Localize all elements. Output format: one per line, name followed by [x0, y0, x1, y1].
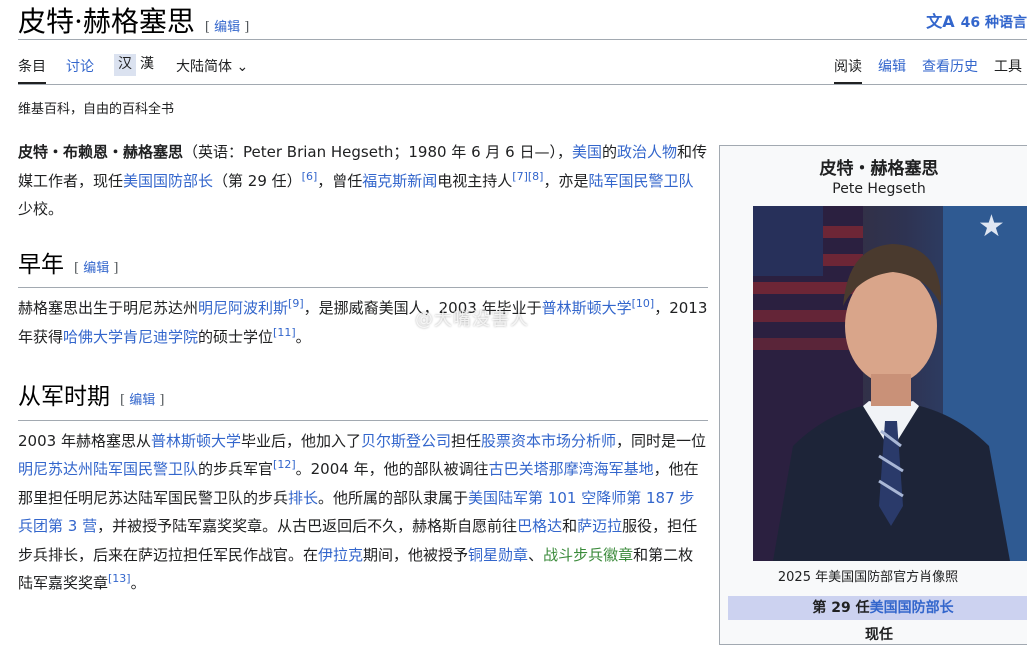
text: ，并被授予陆军嘉奖奖章。从古巴返回后不久，赫格斯自愿前往 [97, 517, 518, 535]
text: 期间，他被授予 [363, 545, 469, 564]
text: 担任 [451, 431, 482, 450]
link-platoon-leader[interactable]: 排长 [288, 489, 318, 507]
link-minneapolis[interactable]: 明尼阿波利斯 [198, 299, 288, 317]
variant-dropdown[interactable]: 大陆简体 ⌄ [176, 56, 248, 86]
title-divider [18, 39, 1027, 40]
text: 赫格塞思出生于明尼苏达州 [18, 299, 199, 317]
intro-paragraph: 皮特・布赖恩・赫格塞思（英语：Peter Brian Hegseth；1980 … [18, 138, 708, 224]
language-count: 46 种语言 [960, 15, 1027, 31]
section-heading-military: 从军时期 [ 编辑 ] [18, 383, 708, 421]
text: ，亦是 [543, 171, 589, 190]
heading-text: 从军时期 [18, 384, 110, 410]
link-samarra[interactable]: 萨迈拉 [577, 517, 622, 535]
tabs-divider [18, 84, 1027, 85]
link-princeton[interactable]: 普林斯顿大学 [542, 299, 632, 317]
link-iraq[interactable]: 伊拉克 [318, 546, 363, 564]
reference-link[interactable]: [8] [528, 170, 544, 183]
link-bear-stearns[interactable]: 贝尔斯登公司 [361, 432, 451, 450]
link-guantanamo[interactable]: 古巴关塔那摩湾海军基地 [489, 460, 654, 478]
military-paragraph: 2003 年赫格塞思从普林斯顿大学毕业后，他加入了贝尔斯登公司担任股票资本市场分… [18, 427, 708, 598]
link-baghdad[interactable]: 巴格达 [517, 517, 562, 535]
link-politician[interactable]: 政治人物 [617, 143, 677, 161]
infobox: 皮特・赫格塞思 Pete Hegseth ★ 2025 年美国国防部官方肖像照 … [719, 145, 1027, 645]
heading-text: 早年 [18, 251, 64, 278]
office-header: 第 29 任美国国防部长 [728, 596, 1027, 620]
variant-simplified[interactable]: 汉 [114, 54, 136, 76]
link-secretary-of-defense[interactable]: 美国国防部长 [123, 172, 213, 190]
tab-talk[interactable]: 讨论 [66, 56, 94, 86]
text: 的硕士学位 [198, 327, 274, 346]
reference-link[interactable]: [10] [632, 297, 655, 310]
link-harvard-kennedy-school[interactable]: 哈佛大学肯尼迪学院 [63, 328, 198, 346]
link-equity-analyst[interactable]: 股票资本市场分析师 [481, 432, 616, 450]
text: 2003 年赫格塞思从 [18, 431, 151, 450]
section-edit: [ 编辑 ] [74, 260, 119, 276]
text: 。2004 年，他的部队被调往 [295, 460, 489, 478]
tab-read[interactable]: 阅读 [834, 56, 862, 84]
infobox-native-name: Pete Hegseth [832, 181, 926, 197]
text: 和 [562, 517, 578, 535]
tab-edit[interactable]: 编辑 [878, 56, 906, 84]
link-army-national-guard[interactable]: 陆军国民警卫队 [589, 172, 694, 190]
variant-switch: 汉 漢 [114, 54, 158, 86]
portrait-caption: 2025 年美国国防部官方肖像照 [777, 570, 959, 585]
text: （第 29 任） [213, 171, 302, 190]
office-prefix: 第 29 任 [812, 600, 870, 616]
link-usa[interactable]: 美国 [572, 143, 602, 161]
namespace-tabs: 条目 讨论 汉 漢 大陆简体 ⌄ [18, 54, 268, 86]
chevron-down-icon: ⌄ [236, 59, 249, 75]
text: 、 [528, 545, 544, 564]
site-tagline: 维基百科，自由的百科全书 [18, 102, 175, 117]
office-status: 现任 [865, 627, 893, 643]
subject-name: 皮特・布赖恩・赫格塞思 [18, 143, 184, 161]
link-fox-news[interactable]: 福克斯新闻 [362, 172, 437, 190]
infobox-name: 皮特・赫格塞思 [819, 159, 939, 179]
text: （英语：Peter Brian Hegseth；1980 年 6 月 6 日—）… [183, 143, 572, 161]
link-princeton[interactable]: 普林斯顿大学 [151, 432, 241, 450]
reference-link[interactable]: [9] [288, 297, 304, 310]
reference-link[interactable]: [12] [273, 458, 296, 471]
reference-link[interactable]: [7] [512, 170, 528, 183]
text: 毕业后，他加入了 [240, 431, 361, 450]
portrait-image[interactable]: ★ [753, 206, 1027, 561]
link-minnesota-guard[interactable]: 明尼苏达州陆军国民警卫队 [18, 460, 198, 478]
title-edit: [ 编辑 ] [204, 20, 250, 35]
text: 电视主持人 [437, 171, 513, 190]
reference-link[interactable]: [13] [108, 572, 131, 585]
language-button[interactable]: 文A 46 种语言 [926, 8, 1027, 32]
tab-history[interactable]: 查看历史 [922, 56, 978, 84]
text: 。 [295, 327, 311, 346]
translate-icon: 文A [926, 12, 955, 31]
reference-link[interactable]: [6] [302, 170, 318, 183]
page-title-text: 皮特·赫格塞思 [18, 5, 195, 38]
reference-link[interactable]: [11] [273, 326, 296, 339]
text: 。 [130, 574, 146, 592]
text: 。他所属的部队隶属于 [318, 488, 469, 507]
portrait-illustration: ★ [753, 206, 1027, 561]
section-edit: [ 编辑 ] [120, 393, 165, 408]
link-bronze-star[interactable]: 铜星勋章 [468, 546, 528, 564]
tab-article[interactable]: 条目 [18, 56, 46, 84]
article-body: 皮特・布赖恩・赫格塞思（英语：Peter Brian Hegseth；1980 … [18, 138, 708, 598]
view-tabs: 阅读 编辑 查看历史 工具 [834, 56, 1027, 84]
svg-text:★: ★ [978, 209, 1005, 244]
text: 的步兵军官 [198, 460, 274, 478]
text: ，同时是一位 [616, 431, 707, 450]
early-life-paragraph: 赫格塞思出生于明尼苏达州明尼阿波利斯[9]，是挪威裔美国人，2003 年毕业于普… [18, 294, 708, 351]
section-edit-link[interactable]: 编辑 [129, 393, 155, 408]
watermark: @大嘴没害人 [415, 309, 529, 330]
text: 的 [601, 143, 617, 161]
page-title: 皮特·赫格塞思 [ 编辑 ] [18, 0, 249, 40]
title-edit-link[interactable]: 编辑 [214, 20, 240, 35]
text: 少校。 [18, 200, 64, 218]
variant-dropdown-label: 大陆简体 [176, 59, 232, 75]
section-heading-early-life: 早年 [ 编辑 ] [18, 251, 708, 288]
text: ，曾任 [317, 171, 363, 190]
tab-tools[interactable]: 工具 [994, 56, 1022, 84]
variant-traditional[interactable]: 漢 [136, 54, 158, 76]
section-edit-link[interactable]: 编辑 [83, 261, 109, 276]
link-combat-infantry-badge[interactable]: 战斗步兵徽章 [543, 546, 633, 564]
link-secretary-of-defense[interactable]: 美国国防部长 [870, 600, 954, 616]
